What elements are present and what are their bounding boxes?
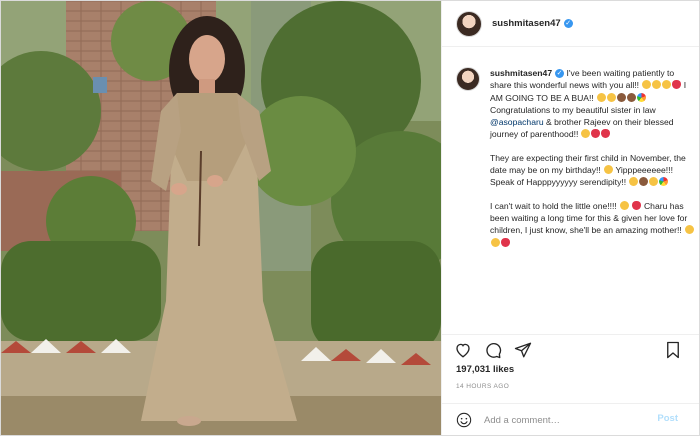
comment-bar: Post bbox=[442, 403, 699, 435]
heart-emoji-icon bbox=[632, 200, 642, 210]
heart-emoji-icon bbox=[671, 80, 681, 90]
verified-icon: ✓ bbox=[555, 69, 565, 79]
emoji-icon[interactable] bbox=[456, 412, 472, 428]
emoji-icon bbox=[641, 80, 651, 90]
person-emoji-icon bbox=[616, 92, 626, 102]
post-time[interactable]: 14 HOURS AGO bbox=[456, 383, 509, 390]
lips-emoji-icon bbox=[500, 237, 510, 247]
likes-count[interactable]: 197,031 likes bbox=[456, 364, 514, 375]
comment-input[interactable] bbox=[484, 410, 644, 430]
instagram-post: sushmitasen47 ✓ sushmitasen47 ✓ I've been… bbox=[0, 0, 700, 436]
post-header: sushmitasen47 ✓ bbox=[442, 1, 699, 47]
verified-icon: ✓ bbox=[563, 19, 573, 28]
emoji-icon bbox=[603, 165, 613, 175]
comment-icon[interactable] bbox=[484, 341, 502, 359]
emoji-icon bbox=[651, 80, 661, 90]
heart-emoji-icon bbox=[601, 129, 611, 139]
heart-icon[interactable] bbox=[454, 341, 472, 359]
rainbow-emoji-icon bbox=[636, 92, 646, 102]
post-button[interactable]: Post bbox=[657, 413, 678, 424]
avatar[interactable] bbox=[456, 10, 482, 37]
header-username[interactable]: sushmitasen47 bbox=[492, 18, 561, 29]
emoji-icon bbox=[661, 80, 671, 90]
emoji-icon bbox=[581, 129, 591, 139]
bookmark-icon[interactable] bbox=[664, 341, 682, 359]
post-sidebar: sushmitasen47 ✓ sushmitasen47 ✓ I've been… bbox=[441, 1, 699, 435]
star-emoji-icon bbox=[606, 92, 616, 102]
caption: sushmitasen47 ✓ I've been waiting patient… bbox=[456, 63, 696, 333]
photo-illustration bbox=[1, 1, 441, 435]
clap-emoji-icon bbox=[649, 177, 659, 187]
caption-segment: Congratulations to my beautiful sister i… bbox=[490, 104, 656, 115]
emoji-icon bbox=[629, 177, 639, 187]
rainbow-emoji-icon bbox=[659, 177, 669, 187]
person-emoji-icon bbox=[639, 177, 649, 187]
caption-username[interactable]: sushmitasen47 bbox=[490, 68, 552, 78]
person-emoji-icon bbox=[626, 92, 636, 102]
caption-segment: I can't wait to hold the little one!!!! bbox=[490, 200, 620, 211]
post-photo[interactable] bbox=[1, 1, 441, 435]
caption-text: sushmitasen47 ✓ I've been waiting patient… bbox=[490, 67, 696, 260]
emoji-icon bbox=[596, 92, 606, 102]
lips-emoji-icon bbox=[591, 129, 601, 139]
caption-avatar[interactable] bbox=[456, 67, 480, 91]
mention-link[interactable]: @asopacharu bbox=[490, 117, 544, 127]
emoji-icon bbox=[684, 225, 694, 235]
emoji-icon bbox=[490, 237, 500, 247]
emoji-icon bbox=[619, 200, 629, 210]
action-bar bbox=[442, 334, 699, 363]
share-icon[interactable] bbox=[514, 341, 532, 359]
